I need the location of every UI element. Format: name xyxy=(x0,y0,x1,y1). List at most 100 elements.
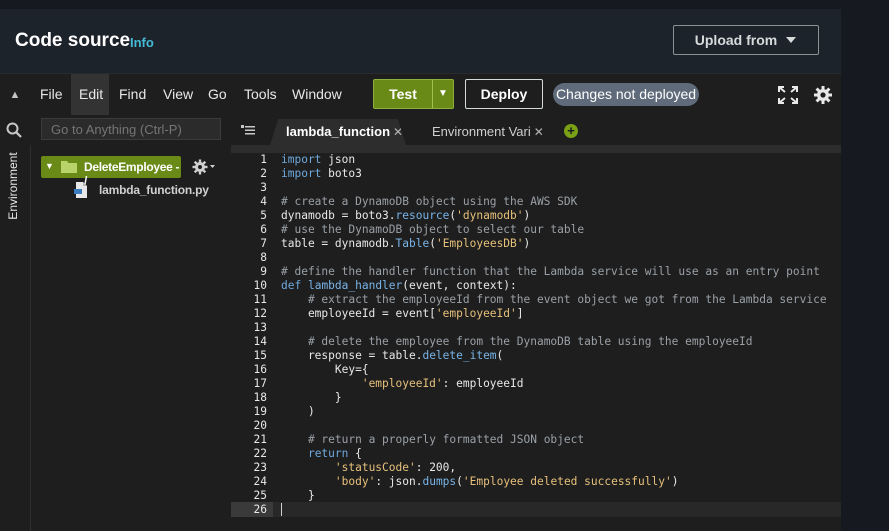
close-tab-icon[interactable]: ✕ xyxy=(393,125,403,139)
line-number: 26 xyxy=(253,503,267,516)
line-number: 13 xyxy=(253,321,267,334)
line-number: 5 xyxy=(260,209,267,222)
code-comment: # extract the employeeId from the event … xyxy=(307,293,827,306)
line-number: 11 xyxy=(253,293,267,306)
page-margin xyxy=(841,0,889,531)
line-number-gutter: 1 2 3 4 5 6 7 8 9 10 11 12 13 14 15 16 1… xyxy=(231,153,273,531)
token: delete_item xyxy=(422,349,497,362)
line-number: 14 xyxy=(253,335,267,348)
file-tree: ▼ DeleteEmployee - / lambda_function.py xyxy=(31,145,231,531)
code-line-18: } xyxy=(281,391,342,404)
tab-list-icon[interactable] xyxy=(241,125,255,136)
line-number: 8 xyxy=(260,251,267,264)
line-number: 24 xyxy=(253,475,267,488)
collapse-toolbar-icon[interactable]: ▲ xyxy=(6,86,24,104)
code-editor[interactable]: 1 2 3 4 5 6 7 8 9 10 11 12 13 14 15 16 1… xyxy=(231,153,841,531)
code-line-10: def lambda_handler(event, context): xyxy=(281,279,517,292)
expand-arrow-icon[interactable]: ▼ xyxy=(45,161,54,171)
add-tab-icon[interactable]: + xyxy=(564,124,578,138)
line-number: 9 xyxy=(260,265,267,278)
string-literal: 'employeeId' xyxy=(435,307,517,320)
line-number: 16 xyxy=(253,363,267,376)
code-line-9: # define the handler function that the L… xyxy=(281,265,820,278)
token: lambda_handler xyxy=(307,279,403,292)
line-number: 22 xyxy=(253,447,267,460)
tab-environment-variables[interactable]: Environment Vari ✕ xyxy=(416,119,556,145)
menu-view[interactable]: View xyxy=(163,74,193,115)
token: import xyxy=(281,153,322,166)
code-line-22: return { xyxy=(307,447,362,460)
python-file-icon xyxy=(74,182,87,198)
upload-from-label: Upload from xyxy=(694,32,778,48)
line-number: 25 xyxy=(253,489,267,502)
code-line-23: 'statusCode': 200, xyxy=(334,461,457,474)
menu-go[interactable]: Go xyxy=(208,74,227,115)
code-line-2: import boto3 xyxy=(281,167,362,180)
tab-label: Environment Vari xyxy=(432,124,531,139)
close-tab-icon[interactable]: ✕ xyxy=(534,125,544,139)
settings-gear-icon[interactable] xyxy=(813,85,833,105)
code-line-7: table = dynamodb.Table('EmployeesDB') xyxy=(281,237,531,250)
code-line-14: # delete the employee from the DynamoDB … xyxy=(281,335,753,348)
go-to-anything-input[interactable] xyxy=(41,118,221,140)
line-number: 3 xyxy=(260,181,267,194)
code-line-17: 'employeeId': employeeId xyxy=(361,377,524,390)
string-literal: 'employeeId' xyxy=(361,377,443,390)
line-number: 19 xyxy=(253,405,267,418)
test-button-group: Test ▼ xyxy=(373,79,454,109)
line-number: 20 xyxy=(253,419,267,432)
tree-root-folder[interactable]: ▼ DeleteEmployee - / xyxy=(41,156,181,188)
line-number: 18 xyxy=(253,391,267,404)
folder-icon xyxy=(61,161,77,173)
string-literal: 'dynamodb' xyxy=(456,209,524,222)
editor-tab-bar: lambda_function ✕ Environment Vari ✕ + xyxy=(231,115,841,153)
token: import xyxy=(281,167,322,180)
menu-tools[interactable]: Tools xyxy=(244,74,277,115)
code-line-1: import json xyxy=(281,153,356,166)
line-number: 6 xyxy=(260,223,267,236)
token: Table xyxy=(395,237,430,250)
line-number: 7 xyxy=(260,237,267,250)
code-line-12: employeeId = event['employeeId'] xyxy=(281,307,524,320)
token: return xyxy=(307,447,349,460)
code-source-panel: Code source Info Upload from ▲ File Edit… xyxy=(0,0,841,531)
code-comment: # delete the employee from the DynamoDB … xyxy=(307,335,753,348)
file-label: lambda_function.py xyxy=(99,183,209,197)
line-number: 4 xyxy=(260,195,267,208)
menu-file[interactable]: File xyxy=(33,74,74,115)
code-comment: # use the DynamoDB object to select our … xyxy=(281,223,585,236)
string-literal: 'Employee deleted successfully' xyxy=(462,475,672,488)
line-number: 2 xyxy=(260,167,267,180)
string-literal: 'body' xyxy=(334,475,376,488)
code-line-4: # create a DynamoDB object using the AWS… xyxy=(281,195,577,208)
upload-from-button[interactable]: Upload from xyxy=(673,25,819,55)
test-button[interactable]: Test xyxy=(374,80,433,108)
token: resource xyxy=(395,209,450,222)
text-cursor xyxy=(281,503,282,516)
tree-settings-gear-icon[interactable] xyxy=(191,158,215,176)
menu-find[interactable]: Find xyxy=(119,74,146,115)
line-number: 23 xyxy=(253,461,267,474)
line-number: 10 xyxy=(253,279,267,292)
deploy-button[interactable]: Deploy xyxy=(465,79,543,109)
search-icon[interactable] xyxy=(6,122,22,138)
fullscreen-icon[interactable] xyxy=(778,86,798,104)
test-dropdown-caret-icon[interactable]: ▼ xyxy=(433,80,453,108)
info-link[interactable]: Info xyxy=(130,35,154,50)
line-number: 17 xyxy=(253,377,267,390)
status-badge: Changes not deployed xyxy=(553,83,699,106)
menu-edit[interactable]: Edit xyxy=(71,74,109,115)
code-line-11: # extract the employeeId from the event … xyxy=(281,293,827,306)
code-line-21: # return a properly formatted JSON objec… xyxy=(281,433,584,446)
horizontal-scrollbar[interactable] xyxy=(273,517,841,531)
code-line-25: } xyxy=(281,489,315,502)
code-comment: # define the handler function that the L… xyxy=(281,265,820,278)
tab-lambda-function[interactable]: lambda_function ✕ xyxy=(270,119,406,145)
environment-tab[interactable]: Environment xyxy=(6,151,20,221)
caret-down-icon xyxy=(786,37,797,43)
panel-title: Code source xyxy=(15,30,131,51)
code-comment: # create a DynamoDB object using the AWS… xyxy=(281,195,578,208)
tab-label: lambda_function xyxy=(286,124,391,139)
environment-rail: Environment xyxy=(0,145,31,531)
menu-window[interactable]: Window xyxy=(292,74,342,115)
